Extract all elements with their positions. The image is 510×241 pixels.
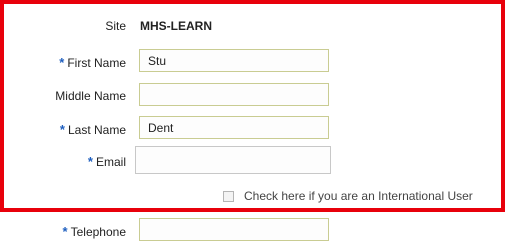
last-name-field[interactable] — [139, 116, 329, 139]
site-value: MHS-LEARN — [140, 19, 212, 33]
first-name-label: * First Name — [59, 55, 126, 70]
first-name-field[interactable] — [139, 49, 329, 72]
site-label: Site — [105, 19, 126, 33]
first-name-label-text: First Name — [67, 56, 126, 70]
middle-name-label: Middle Name — [55, 89, 126, 103]
telephone-label: * Telephone — [63, 224, 126, 239]
international-user-label: Check here if you are an International U… — [244, 189, 473, 203]
middle-name-field[interactable] — [139, 83, 329, 106]
email-label-text: Email — [95, 155, 126, 169]
highlight-box — [0, 0, 505, 212]
telephone-label-text: Telephone — [70, 225, 126, 239]
international-user-checkbox[interactable] — [223, 191, 234, 202]
telephone-field[interactable] — [139, 218, 329, 241]
last-name-label-text: Last Name — [67, 123, 126, 137]
last-name-label: * Last Name — [60, 122, 126, 137]
required-marker: * — [59, 122, 65, 137]
required-marker: * — [62, 224, 68, 239]
required-marker: * — [59, 55, 65, 70]
email-label: * Email — [88, 154, 126, 169]
required-marker: * — [87, 154, 93, 169]
email-field[interactable] — [135, 146, 331, 174]
